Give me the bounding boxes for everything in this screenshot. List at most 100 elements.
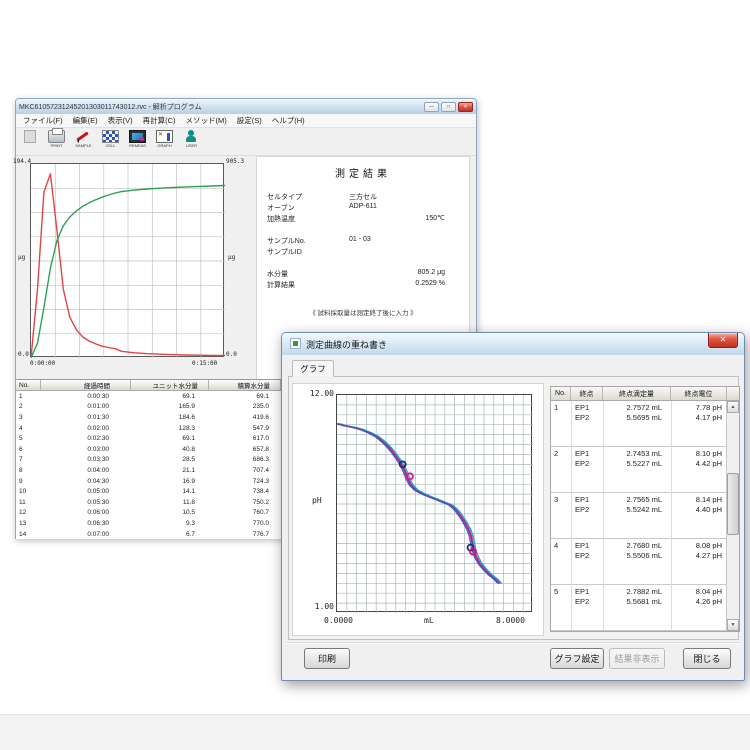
results-field-value: 三方セル bbox=[349, 192, 419, 203]
results-title: 測定結果 bbox=[257, 165, 469, 180]
results-field-value: 01 - 03 bbox=[349, 236, 419, 247]
endpoint-line: EP25.5506 mL4.27 pH bbox=[551, 550, 727, 560]
column-header-no[interactable]: No. bbox=[551, 387, 571, 400]
endpoint-group-row[interactable]: 2EP12.7453 mL8.10 pHEP25.5227 mL4.42 pH bbox=[551, 447, 727, 493]
column-header-no[interactable]: No. bbox=[16, 380, 41, 390]
results-field-label bbox=[267, 225, 349, 236]
results-field-row: 加熱温度150℃ bbox=[257, 214, 469, 225]
results-field-value: ADP-611 bbox=[349, 203, 419, 214]
button-separator bbox=[286, 642, 741, 644]
column-header-unit-moisture[interactable]: ユニット水分量 bbox=[131, 380, 209, 390]
endpoint-group-row[interactable]: 1EP12.7572 mL7.78 pHEP25.5695 mL4.17 pH bbox=[551, 401, 727, 447]
endpoint-name: EP1 bbox=[571, 449, 603, 458]
endpoint-volume: 2.7572 mL bbox=[603, 403, 671, 412]
results-fields: セルタイプ三方セルオーブンADP-611加熱温度150℃サンプルNo.01 - … bbox=[257, 192, 469, 291]
menu-item[interactable]: ヘルプ(H) bbox=[267, 115, 310, 126]
table-cell: 0:03:30 bbox=[41, 456, 131, 463]
results-field-label: オーブン bbox=[267, 203, 349, 214]
toolbar-button-mon[interactable]: REMEAS bbox=[125, 130, 150, 148]
column-header-endpoint-potential[interactable]: 終点電位 bbox=[671, 387, 727, 400]
results-note: 《 試料採取量は測定終了後に入力 》 bbox=[257, 307, 469, 317]
results-field-label: 計算結果 bbox=[267, 280, 349, 291]
endpoint-no: 2 bbox=[551, 449, 571, 458]
toolbar-button-open[interactable] bbox=[17, 130, 42, 143]
toolbar-button-user[interactable]: USER bbox=[179, 130, 204, 148]
results-field-label: 水分量 bbox=[267, 269, 349, 280]
toolbar-button-label: REMEAS bbox=[129, 143, 146, 148]
scrollbar-down-arrow[interactable]: ▼ bbox=[727, 619, 739, 631]
results-field-value bbox=[349, 247, 419, 258]
overlay-window-titlebar[interactable]: 測定曲線の重ね書き ✕ bbox=[282, 333, 744, 355]
left-axis-unit-label: μg bbox=[18, 254, 25, 261]
table-cell: 5 bbox=[16, 435, 41, 442]
menu-item[interactable]: 編集(E) bbox=[68, 115, 103, 126]
endpoint-group-row[interactable]: 3EP12.7565 mL8.14 pHEP25.5242 mL4.40 pH bbox=[551, 493, 727, 539]
table-cell: 165.9 bbox=[131, 403, 209, 410]
menu-item[interactable]: 設定(S) bbox=[232, 115, 267, 126]
window-icon bbox=[290, 338, 301, 349]
table-cell: 776.7 bbox=[209, 531, 281, 538]
maximize-button[interactable]: □ bbox=[441, 102, 456, 112]
page: { "back_window": { "title": "MKC61057231… bbox=[0, 0, 750, 750]
scrollbar-thumb[interactable] bbox=[727, 473, 739, 535]
endpoint-group-row[interactable]: 4EP12.7680 mL8.08 pHEP25.5506 mL4.27 pH bbox=[551, 539, 727, 585]
close-dialog-button[interactable]: 閉じる bbox=[683, 648, 731, 669]
toolbar-button-pen[interactable]: SAMPLE bbox=[71, 130, 96, 148]
endpoint-name: EP1 bbox=[571, 495, 603, 504]
results-field-row: オーブンADP-611 bbox=[257, 203, 469, 214]
menu-item[interactable]: 表示(V) bbox=[103, 115, 138, 126]
table-cell: 617.0 bbox=[209, 435, 281, 442]
tab-graph[interactable]: グラフ bbox=[292, 360, 334, 377]
endpoint-table-body: 1EP12.7572 mL7.78 pHEP25.5695 mL4.17 pH2… bbox=[551, 401, 727, 631]
endpoint-potential: 4.26 pH bbox=[671, 597, 727, 606]
analysis-window-title: MKC61057231245201303011743012.rvc - 解析プロ… bbox=[19, 102, 422, 112]
toolbar-button-grid[interactable]: CELL bbox=[98, 130, 123, 148]
ml-axis-start-label: 0.0000 bbox=[324, 616, 353, 625]
right-axis-max-label: 905.3 bbox=[226, 158, 244, 165]
overlay-window-title: 測定曲線の重ね書き bbox=[306, 338, 703, 351]
menu-item[interactable]: 再計算(C) bbox=[138, 115, 181, 126]
graph-settings-button[interactable]: グラフ設定 bbox=[550, 648, 604, 669]
x-axis-end-label: 0:15:00 bbox=[192, 360, 217, 367]
grid-icon bbox=[102, 130, 119, 143]
table-cell: 738.4 bbox=[209, 488, 281, 495]
column-header-endpoint[interactable]: 終点 bbox=[571, 387, 603, 400]
table-cell: 14.1 bbox=[131, 488, 209, 495]
endpoint-name: EP1 bbox=[571, 541, 603, 550]
table-cell: 419.6 bbox=[209, 414, 281, 421]
table-cell: 750.2 bbox=[209, 499, 281, 506]
toolbar-button-chart[interactable]: GRAPH bbox=[152, 130, 177, 148]
toolbar-button-print[interactable]: PRINT bbox=[44, 130, 69, 148]
column-header-elapsed-time[interactable]: 経過時間 bbox=[41, 380, 131, 390]
endpoint-group-row[interactable]: 5EP12.7882 mL8.04 pHEP25.5681 mL4.26 pH bbox=[551, 585, 727, 631]
column-header-endpoint-volume[interactable]: 終点滴定量 bbox=[603, 387, 671, 400]
endpoint-potential: 8.10 pH bbox=[671, 449, 727, 458]
endpoint-name: EP1 bbox=[571, 587, 603, 596]
column-header-accumulated-moisture[interactable]: 積算水分量 bbox=[209, 380, 281, 390]
close-button[interactable]: ✕ bbox=[708, 333, 738, 348]
scrollbar-up-arrow[interactable]: ▲ bbox=[727, 401, 739, 413]
print-button[interactable]: 印刷 bbox=[304, 648, 350, 669]
toolbar-button-label: CELL bbox=[105, 143, 115, 148]
print-icon bbox=[48, 130, 65, 143]
endpoint-potential: 8.08 pH bbox=[671, 541, 727, 550]
table-cell: 0:02:00 bbox=[41, 425, 131, 432]
endpoint-line: 5EP12.7882 mL8.04 pH bbox=[551, 586, 727, 596]
menu-bar: ファイル(F)編集(E)表示(V)再計算(C)メソッド(M)設定(S)ヘルプ(H… bbox=[16, 114, 476, 128]
table-cell: 128.3 bbox=[131, 425, 209, 432]
table-cell: 4 bbox=[16, 425, 41, 432]
table-scrollbar[interactable]: ▲ ▼ bbox=[726, 401, 739, 631]
analysis-window-titlebar[interactable]: MKC61057231245201303011743012.rvc - 解析プロ… bbox=[16, 99, 476, 114]
endpoint-volume: 5.5695 mL bbox=[603, 413, 671, 422]
left-axis-max-label: 194.4 bbox=[13, 158, 31, 165]
menu-item[interactable]: ファイル(F) bbox=[18, 115, 68, 126]
page-footer-band bbox=[0, 714, 750, 750]
close-button[interactable]: ✕ bbox=[458, 102, 473, 112]
table-cell: 69.1 bbox=[209, 393, 281, 400]
table-cell: 2 bbox=[16, 403, 41, 410]
table-cell: 12 bbox=[16, 509, 41, 516]
table-cell: 28.5 bbox=[131, 456, 209, 463]
minimize-button[interactable]: — bbox=[424, 102, 439, 112]
menu-item[interactable]: メソッド(M) bbox=[181, 115, 232, 126]
results-field-label: 加熱温度 bbox=[267, 214, 349, 225]
